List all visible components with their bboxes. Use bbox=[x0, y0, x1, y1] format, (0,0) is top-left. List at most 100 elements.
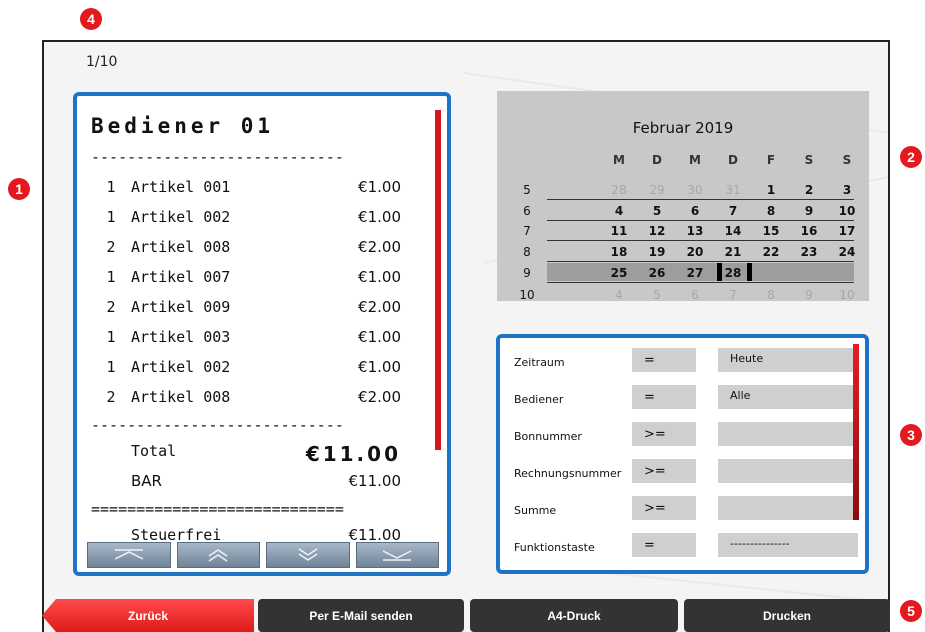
scroll-bottom-button[interactable] bbox=[355, 542, 439, 568]
calendar-day[interactable]: 29 bbox=[643, 183, 671, 197]
calendar-day[interactable]: 16 bbox=[795, 224, 823, 238]
receipt-item-name: Artikel 008 bbox=[131, 238, 231, 256]
a4-print-button[interactable]: A4-Druck bbox=[470, 599, 678, 632]
receipt-item-price: €1.00 bbox=[358, 358, 401, 376]
payment-label: BAR bbox=[131, 472, 162, 490]
calendar-day[interactable]: 18 bbox=[605, 245, 633, 259]
calendar-day[interactable]: 28 bbox=[719, 266, 747, 280]
calendar-week-number: 8 bbox=[523, 245, 531, 259]
calendar-week-number: 5 bbox=[523, 183, 531, 197]
calendar-day[interactable]: 14 bbox=[719, 224, 747, 238]
filter-value-field[interactable]: Alle bbox=[718, 385, 858, 409]
calendar-week-number: 6 bbox=[523, 204, 531, 218]
filter-operator[interactable]: = bbox=[632, 533, 696, 557]
email-send-button[interactable]: Per E-Mail senden bbox=[258, 599, 464, 632]
calendar-day[interactable]: 7 bbox=[719, 204, 747, 218]
calendar-day[interactable]: 25 bbox=[605, 266, 633, 280]
page-indicator: 1/10 bbox=[86, 54, 118, 70]
calendar-day[interactable]: 6 bbox=[681, 204, 709, 218]
calendar-day[interactable]: 9 bbox=[795, 204, 823, 218]
receipt-total-row: Total €11.00 bbox=[91, 442, 401, 466]
page-up-button[interactable] bbox=[176, 542, 260, 568]
calendar-day[interactable]: 22 bbox=[757, 245, 785, 259]
calendar-day[interactable]: 24 bbox=[833, 245, 861, 259]
calendar-day[interactable]: 8 bbox=[757, 204, 785, 218]
annotation-badge-4: 4 bbox=[80, 8, 102, 30]
receipt-panel[interactable]: Bediener 01 ----------------------------… bbox=[73, 92, 451, 576]
receipt-item-price: €1.00 bbox=[358, 268, 401, 286]
calendar-day[interactable]: 3 bbox=[833, 183, 861, 197]
receipt-item-row: 2 Artikel 008 €2.00 bbox=[91, 238, 401, 256]
receipt-title: Bediener 01 bbox=[91, 114, 275, 138]
receipt-item-row: 1 Artikel 002 €1.00 bbox=[91, 358, 401, 376]
calendar-week-line bbox=[547, 261, 854, 262]
filter-operator[interactable]: = bbox=[632, 348, 696, 372]
calendar-day[interactable]: 31 bbox=[719, 183, 747, 197]
filter-operator[interactable]: >= bbox=[632, 496, 696, 520]
calendar-day[interactable]: 1 bbox=[757, 183, 785, 197]
filter-operator[interactable]: >= bbox=[632, 422, 696, 446]
calendar-day[interactable]: 12 bbox=[643, 224, 671, 238]
calendar-day[interactable]: 7 bbox=[719, 288, 747, 302]
calendar-day[interactable]: 2 bbox=[795, 183, 823, 197]
calendar-day[interactable]: 13 bbox=[681, 224, 709, 238]
calendar-day[interactable]: 9 bbox=[795, 288, 823, 302]
calendar-day[interactable]: 4 bbox=[605, 204, 633, 218]
calendar-day[interactable]: 11 bbox=[605, 224, 633, 238]
calendar-day[interactable]: 8 bbox=[757, 288, 785, 302]
calendar-day[interactable]: 21 bbox=[719, 245, 747, 259]
receipt-item-price: €2.00 bbox=[358, 388, 401, 406]
filter-value-field[interactable]: --------------- bbox=[718, 533, 858, 557]
receipt-item-name: Artikel 009 bbox=[131, 298, 231, 316]
calendar-day[interactable]: 30 bbox=[681, 183, 709, 197]
calendar-widget[interactable]: Februar 2019 M D M D F S S 5 28 29 30 31 1 2 3 6 4 5 6 7 8 9 1… bbox=[497, 91, 869, 302]
double-chevron-up-icon bbox=[208, 549, 228, 562]
calendar-day[interactable]: 6 bbox=[681, 288, 709, 302]
calendar-day[interactable]: 27 bbox=[681, 266, 709, 280]
filter-panel[interactable]: Zeitraum = Heute Bediener = Alle Bonnummer >= Re… bbox=[496, 334, 869, 574]
receipt-item-qty: 1 bbox=[106, 268, 116, 286]
calendar-weekday-header: M bbox=[689, 153, 701, 167]
receipt-item-row: 2 Artikel 008 €2.00 bbox=[91, 388, 401, 406]
calendar-day[interactable]: 28 bbox=[605, 183, 633, 197]
calendar-day[interactable]: 5 bbox=[643, 288, 671, 302]
receipt-scrollbar[interactable] bbox=[435, 110, 441, 450]
receipt-separator: ---------------------------- bbox=[91, 148, 344, 166]
calendar-selection-marker bbox=[717, 263, 722, 281]
calendar-day[interactable]: 23 bbox=[795, 245, 823, 259]
receipt-item-name: Artikel 001 bbox=[131, 178, 231, 196]
receipt-item-price: €2.00 bbox=[358, 238, 401, 256]
calendar-day[interactable]: 4 bbox=[605, 288, 633, 302]
annotation-badge-2: 2 bbox=[900, 146, 922, 168]
page-down-button[interactable] bbox=[266, 542, 350, 568]
filter-value-field[interactable] bbox=[718, 422, 858, 446]
filter-scrollbar[interactable] bbox=[853, 344, 859, 520]
print-button[interactable]: Drucken bbox=[684, 599, 890, 632]
annotation-badge-5: 5 bbox=[900, 600, 922, 622]
back-button[interactable]: Zurück bbox=[42, 599, 254, 632]
calendar-selection-marker bbox=[747, 263, 752, 281]
receipt-payment-row: BAR €11.00 bbox=[91, 472, 401, 490]
calendar-day[interactable]: 10 bbox=[833, 288, 861, 302]
calendar-day[interactable]: 17 bbox=[833, 224, 861, 238]
receipt-item-name: Artikel 002 bbox=[131, 358, 231, 376]
calendar-day[interactable]: 15 bbox=[757, 224, 785, 238]
filter-operator[interactable]: >= bbox=[632, 459, 696, 483]
filter-value-field[interactable] bbox=[718, 459, 858, 483]
scroll-top-button[interactable] bbox=[87, 542, 171, 568]
calendar-day[interactable]: 5 bbox=[643, 204, 671, 218]
receipt-item-qty: 1 bbox=[106, 328, 116, 346]
calendar-day[interactable]: 19 bbox=[643, 245, 671, 259]
filter-value-field[interactable]: Heute bbox=[718, 348, 858, 372]
filter-value-field[interactable] bbox=[718, 496, 858, 520]
calendar-day[interactable]: 26 bbox=[643, 266, 671, 280]
chevron-bar-up-icon bbox=[114, 549, 144, 560]
filter-operator[interactable]: = bbox=[632, 385, 696, 409]
calendar-day[interactable]: 20 bbox=[681, 245, 709, 259]
calendar-month-title: Februar 2019 bbox=[632, 119, 734, 137]
annotation-badge-3: 3 bbox=[900, 424, 922, 446]
receipt-item-row: 1 Artikel 003 €1.00 bbox=[91, 328, 401, 346]
calendar-day[interactable]: 10 bbox=[833, 204, 861, 218]
calendar-week-line bbox=[547, 282, 854, 283]
receipt-item-qty: 2 bbox=[106, 238, 116, 256]
